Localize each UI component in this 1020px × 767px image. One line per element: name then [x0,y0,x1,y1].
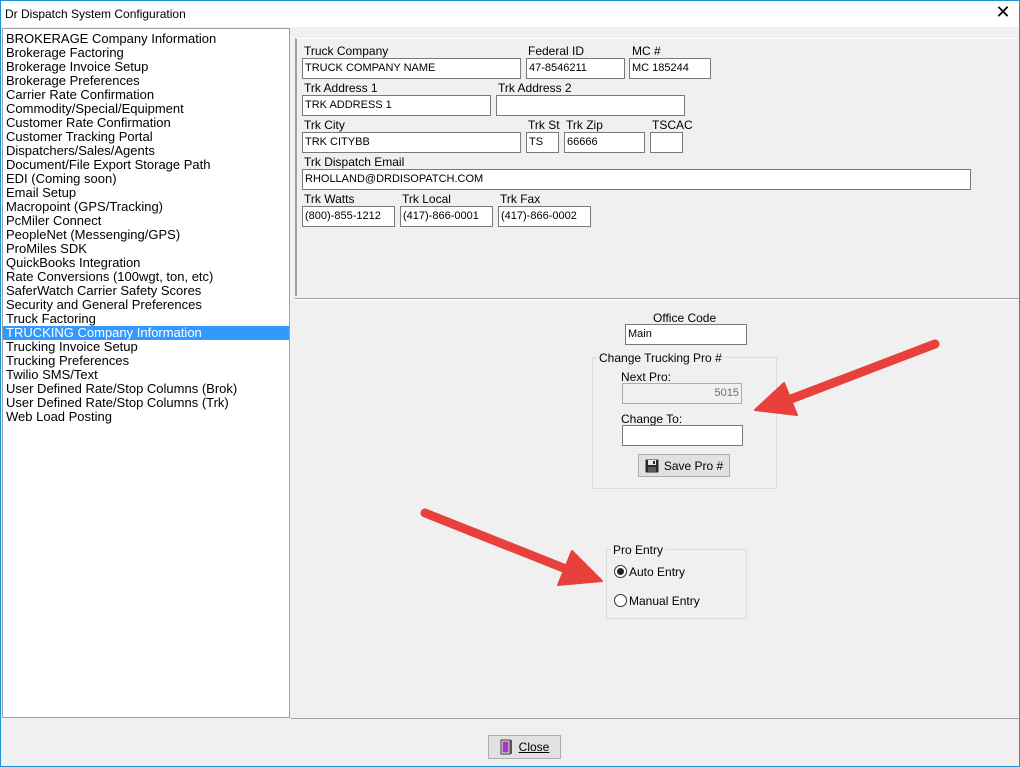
address2-field[interactable] [496,95,685,116]
change-pro-title: Change Trucking Pro # [597,351,724,365]
sidebar-item[interactable]: Truck Factoring [3,312,289,326]
sidebar-item[interactable]: Web Load Posting [3,410,289,424]
auto-entry-label[interactable]: Auto Entry [629,565,685,579]
federal-id-field[interactable]: 47-8546211 [526,58,625,79]
config-window: Dr Dispatch System Configuration ✕ BROKE… [0,0,1020,767]
sidebar-item[interactable]: User Defined Rate/Stop Columns (Trk) [3,396,289,410]
floppy-disk-icon [645,459,659,472]
email-field[interactable]: RHOLLAND@DRDISOPATCH.COM [302,169,971,190]
sidebar-item[interactable]: QuickBooks Integration [3,256,289,270]
state-field[interactable]: TS [526,132,559,153]
sidebar-item[interactable]: Brokerage Invoice Setup [3,60,289,74]
pro-entry-title: Pro Entry [611,543,666,557]
sidebar-item[interactable]: PcMiler Connect [3,214,289,228]
local-label: Trk Local [402,192,451,206]
sidebar-item[interactable]: Twilio SMS/Text [3,368,289,382]
address1-field[interactable]: TRK ADDRESS 1 [302,95,491,116]
save-pro-button[interactable]: Save Pro # [638,454,730,477]
manual-entry-radio[interactable] [614,594,627,607]
sidebar-item[interactable]: TRUCKING Company Information [3,326,289,340]
mc-field[interactable]: MC 185244 [629,58,711,79]
settings-category-list[interactable]: BROKERAGE Company Information Brokerage F… [2,28,290,718]
footer-divider [291,718,1019,719]
close-button[interactable]: Close [488,735,561,759]
sidebar-item[interactable]: Brokerage Preferences [3,74,289,88]
sidebar-item[interactable]: Security and General Preferences [3,298,289,312]
mc-label: MC # [632,44,661,58]
pro-entry-group [606,549,747,619]
sidebar-item[interactable]: SaferWatch Carrier Safety Scores [3,284,289,298]
watts-field[interactable]: (800)-855-1212 [302,206,395,227]
sidebar-item[interactable]: Rate Conversions (100wgt, ton, etc) [3,270,289,284]
sidebar-item[interactable]: Trucking Invoice Setup [3,340,289,354]
sidebar-item[interactable]: BROKERAGE Company Information [3,32,289,46]
federal-id-label: Federal ID [528,44,585,58]
change-to-field[interactable] [622,425,743,446]
sidebar-item[interactable]: Document/File Export Storage Path [3,158,289,172]
sidebar-item[interactable]: Customer Tracking Portal [3,130,289,144]
email-label: Trk Dispatch Email [304,155,405,169]
zip-field[interactable]: 66666 [564,132,645,153]
sidebar-item[interactable]: Trucking Preferences [3,354,289,368]
watts-label: Trk Watts [304,192,355,206]
door-exit-icon [500,739,512,755]
title-bar: Dr Dispatch System Configuration ✕ [1,1,1019,27]
close-label: Close [518,740,550,754]
panel-divider [295,298,1019,300]
address2-label: Trk Address 2 [498,81,572,95]
local-field[interactable]: (417)-866-0001 [400,206,493,227]
next-pro-label: Next Pro: [621,370,672,384]
sidebar-item[interactable]: EDI (Coming soon) [3,172,289,186]
sidebar-item[interactable]: User Defined Rate/Stop Columns (Brok) [3,382,289,396]
sidebar-item[interactable]: PeopleNet (Messenging/GPS) [3,228,289,242]
sidebar-item[interactable]: Customer Rate Confirmation [3,116,289,130]
change-to-label: Change To: [621,412,683,426]
tscac-label: TSCAC [652,118,693,132]
fax-field[interactable]: (417)-866-0002 [498,206,591,227]
address1-label: Trk Address 1 [304,81,378,95]
window-title: Dr Dispatch System Configuration [5,7,186,21]
tscac-field[interactable] [650,132,683,153]
sidebar-item[interactable]: Email Setup [3,186,289,200]
sidebar-item[interactable]: Dispatchers/Sales/Agents [3,144,289,158]
arrow-to-next-pro [754,339,940,416]
auto-entry-radio[interactable] [614,565,627,578]
truck-company-field[interactable]: TRUCK COMPANY NAME [302,58,521,79]
zip-label: Trk Zip [566,118,603,132]
save-pro-label: Save Pro # [663,458,724,473]
sidebar-item[interactable]: Commodity/Special/Equipment [3,102,289,116]
state-label: Trk St [528,118,560,132]
city-field[interactable]: TRK CITYBB [302,132,521,153]
truck-company-label: Truck Company [304,44,389,58]
next-pro-field: 5015 [622,383,742,404]
office-code-label: Office Code [653,311,717,325]
city-label: Trk City [304,118,345,132]
manual-entry-label[interactable]: Manual Entry [629,594,700,608]
sidebar-item[interactable]: ProMiles SDK [3,242,289,256]
sidebar-item[interactable]: Carrier Rate Confirmation [3,88,289,102]
fax-label: Trk Fax [500,192,541,206]
sidebar-item[interactable]: Macropoint (GPS/Tracking) [3,200,289,214]
close-window-icon[interactable]: ✕ [993,3,1013,23]
sidebar-item[interactable]: Brokerage Factoring [3,46,289,60]
arrow-to-auto-entry [420,508,603,586]
office-code-field[interactable]: Main [625,324,747,345]
